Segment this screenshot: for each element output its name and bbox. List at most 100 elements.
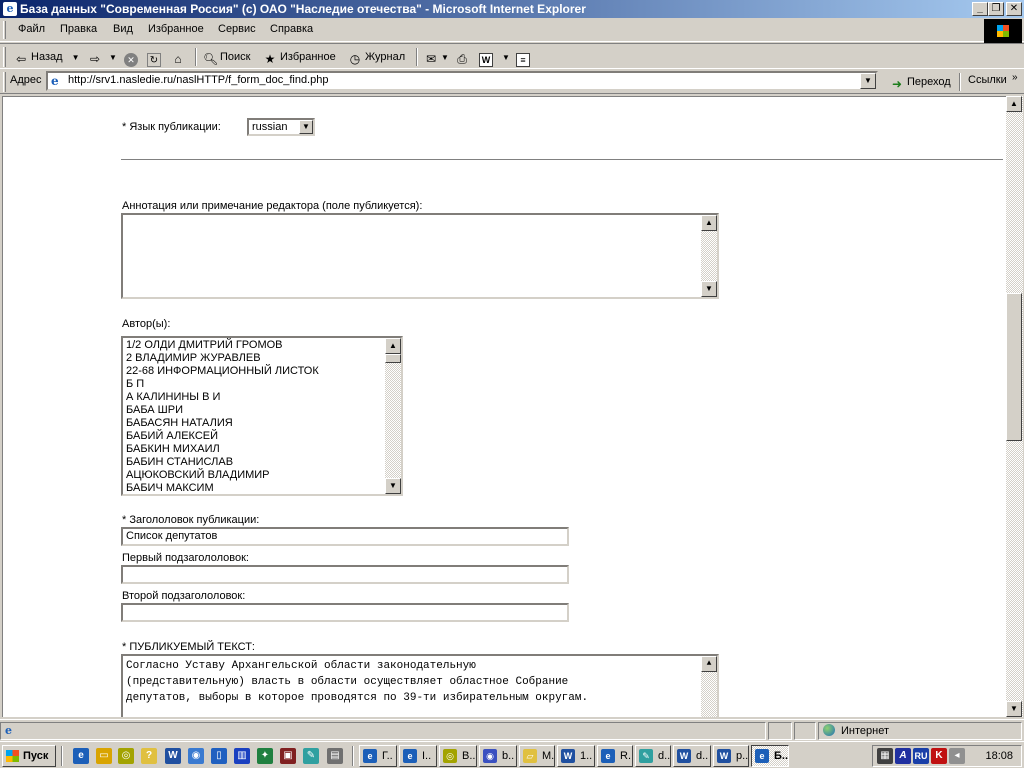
scroll-up-icon[interactable]: ▲	[1006, 96, 1022, 112]
taskbar-item[interactable]: e Г..	[359, 745, 397, 767]
print-button[interactable]: ⎙	[455, 48, 472, 66]
taskbar-item[interactable]: e I..	[399, 745, 437, 767]
address-url: http://srv1.nasledie.ru/naslHTTP/f_form_…	[68, 74, 329, 86]
title-input[interactable]: Список депутатов	[121, 527, 569, 546]
addressbar-grip[interactable]	[3, 72, 6, 92]
taskbar-item-active[interactable]: e Б..	[751, 745, 789, 767]
annotation-scrollbar[interactable]: ▲ ▼	[701, 215, 717, 297]
list-item[interactable]: БАБКИН МИХАИЛ	[126, 443, 220, 455]
word-icon: W	[677, 749, 691, 763]
font-tray-icon[interactable]: A	[895, 748, 911, 764]
favorites-button[interactable]: ★ Избранное	[263, 48, 336, 66]
language-indicator[interactable]: RU	[913, 748, 929, 764]
list-item[interactable]: 22-68 ИНФОРМАЦИОННЫЙ ЛИСТОК	[126, 365, 319, 377]
back-button[interactable]: ⇦ Назад ▼	[14, 48, 80, 66]
media-quicklaunch-icon[interactable]: ▣	[280, 748, 296, 764]
menu-favorites[interactable]: Избранное	[148, 23, 204, 35]
annotation-textarea[interactable]: ▲ ▼	[121, 213, 719, 299]
search-quicklaunch-icon[interactable]: ?	[141, 748, 157, 764]
list-item[interactable]: БАБА ШРИ	[126, 404, 183, 416]
address-input[interactable]: e http://srv1.nasledie.ru/naslHTTP/f_for…	[46, 71, 878, 91]
taskbar-item[interactable]: ▱ М..	[519, 745, 555, 767]
list-item[interactable]: 1/2 ОЛДИ ДМИТРИЙ ГРОМОВ	[126, 339, 283, 351]
app-quicklaunch-icon[interactable]: ◎	[118, 748, 134, 764]
list-item[interactable]: 2 ВЛАДИМИР ЖУРАВЛЕВ	[126, 352, 261, 364]
taskbar-item[interactable]: W 1..	[557, 745, 595, 767]
mail-dropdown-icon[interactable]: ▼	[441, 53, 449, 62]
refresh-button[interactable]: ↻	[147, 48, 164, 67]
list-item[interactable]: АЦЮКОВСКИЙ ВЛАДИМИР	[126, 469, 270, 481]
books-quicklaunch-icon[interactable]: ▥	[234, 748, 250, 764]
subtitle2-input[interactable]	[121, 603, 569, 622]
list-item[interactable]: БАБАСЯН НАТАЛИЯ	[126, 417, 233, 429]
network-quicklaunch-icon[interactable]: ✦	[257, 748, 273, 764]
start-button[interactable]: Пуск	[2, 745, 56, 767]
maximize-button[interactable]: ❐	[988, 2, 1004, 16]
clock: 18:08	[985, 750, 1013, 762]
publication-text-textarea[interactable]: Согласно Уставу Архангельской области за…	[121, 654, 719, 717]
discuss-button[interactable]: ≡	[516, 48, 533, 67]
menubar-grip[interactable]	[3, 21, 6, 39]
forward-button[interactable]: ⇨ ▼	[88, 48, 117, 66]
menu-edit[interactable]: Правка	[60, 23, 97, 35]
list-item[interactable]: БАБИЧ МАКСИМ	[126, 482, 214, 494]
taskbar-item[interactable]: Wd..	[673, 745, 711, 767]
desktop-quicklaunch-icon[interactable]: ▭	[96, 748, 112, 764]
volume-tray-icon[interactable]: ◂	[949, 748, 965, 764]
scroll-down-icon[interactable]: ▼	[1006, 701, 1022, 717]
edit-dropdown-icon[interactable]: ▼	[502, 53, 510, 62]
go-button[interactable]: ➜ Переход	[890, 73, 951, 91]
back-dropdown-icon[interactable]: ▼	[72, 53, 80, 62]
taskbar-item[interactable]: e R..	[597, 745, 633, 767]
taskbar-item[interactable]: ✎ d..	[635, 745, 671, 767]
mail-button[interactable]: ✉ ▼	[424, 48, 449, 66]
word-quicklaunch-icon[interactable]: W	[165, 748, 181, 764]
links-button[interactable]: Ссылки	[968, 74, 1007, 86]
forward-dropdown-icon[interactable]: ▼	[109, 53, 117, 62]
list-item[interactable]: БАБИН СТАНИСЛАВ	[126, 456, 233, 468]
search-button[interactable]: 🔍︎ Поиск	[203, 48, 250, 66]
authors-scrollbar[interactable]: ▲ ▼	[385, 338, 401, 494]
browser-quicklaunch-icon[interactable]: ◉	[188, 748, 204, 764]
scroll-down-icon[interactable]: ▼	[385, 478, 401, 494]
history-button[interactable]: ◷ Журнал	[348, 48, 405, 66]
language-select[interactable]: russian ▼	[247, 118, 315, 136]
task-label: d..	[658, 750, 671, 762]
scrollbar-thumb[interactable]	[1006, 293, 1022, 441]
antivirus-tray-icon[interactable]: K	[931, 748, 947, 764]
stop-button[interactable]: ✕	[124, 48, 141, 67]
taskbar-item[interactable]: ◎ В..	[439, 745, 477, 767]
scrollbar-thumb[interactable]	[385, 354, 401, 363]
links-chevron-icon[interactable]: »	[1012, 72, 1018, 83]
scroll-down-icon[interactable]: ▼	[701, 281, 717, 297]
toolbar-grip[interactable]	[3, 47, 6, 67]
address-dropdown-button[interactable]: ▼	[860, 73, 876, 89]
chevron-down-icon[interactable]: ▼	[299, 120, 313, 134]
close-button[interactable]: ✕	[1006, 2, 1022, 16]
list-item[interactable]: БАБИЙ АЛЕКСЕЙ	[126, 430, 218, 442]
menu-tools[interactable]: Сервис	[218, 23, 256, 35]
menu-help[interactable]: Справка	[270, 23, 313, 35]
scroll-up-icon[interactable]: ▲	[385, 338, 401, 354]
subtitle1-input[interactable]	[121, 565, 569, 584]
zone-label: Интернет	[841, 725, 889, 737]
menu-file[interactable]: Файл	[18, 23, 45, 35]
home-button[interactable]: ⌂	[171, 48, 188, 66]
list-item[interactable]: А КАЛИНИНЫ В И	[126, 391, 220, 403]
terminal-quicklaunch-icon[interactable]: ▤	[327, 748, 343, 764]
edit-quicklaunch-icon[interactable]: ✎	[303, 748, 319, 764]
edit-button[interactable]: W ▼	[479, 48, 510, 67]
scroll-up-icon[interactable]: ▲	[701, 215, 717, 231]
list-item[interactable]: Б П	[126, 378, 144, 390]
menu-view[interactable]: Вид	[113, 23, 133, 35]
authors-listbox[interactable]: 1/2 ОЛДИ ДМИТРИЙ ГРОМОВ 2 ВЛАДИМИР ЖУРАВ…	[121, 336, 403, 496]
taskbar-item[interactable]: Wр..	[713, 745, 749, 767]
minimize-button[interactable]: _	[972, 2, 988, 16]
network-tray-icon[interactable]: ▦	[877, 748, 893, 764]
ie-quicklaunch-icon[interactable]: e	[73, 748, 89, 764]
text-scrollbar[interactable]: ▲	[701, 656, 717, 717]
scroll-up-icon[interactable]: ▲	[701, 656, 717, 672]
document-quicklaunch-icon[interactable]: ▯	[211, 748, 227, 764]
page-scrollbar[interactable]: ▲ ▼	[1006, 96, 1023, 717]
taskbar-item[interactable]: ◉ b..	[479, 745, 517, 767]
